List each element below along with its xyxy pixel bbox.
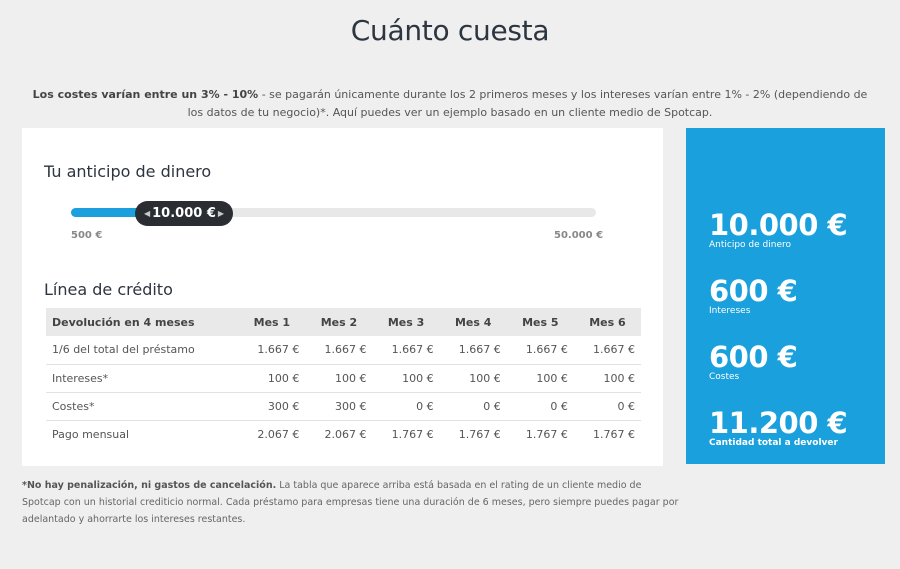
summary-interest: 600 € Intereses bbox=[709, 274, 798, 316]
table-cell: 1.667 € bbox=[439, 336, 507, 365]
table-cell: 1.667 € bbox=[238, 336, 306, 365]
summary-label: Cantidad total a devolver bbox=[709, 438, 838, 448]
credit-table: Devolución en 4 meses Mes 1 Mes 2 Mes 3 … bbox=[46, 308, 641, 448]
table-cell: 1.767 € bbox=[525, 427, 568, 441]
advance-heading: Tu anticipo de dinero bbox=[44, 162, 212, 181]
table-header-row: Devolución en 4 meses Mes 1 Mes 2 Mes 3 … bbox=[46, 308, 641, 336]
summary-total: 11.200 € Cantidad total a devolver bbox=[709, 406, 848, 448]
table-cell: 1.767 € bbox=[593, 427, 635, 441]
slider-max-label: 50.000 € bbox=[554, 230, 604, 241]
intro-text: Los costes varían entre un 3% - 10% - se… bbox=[30, 86, 870, 122]
table-cell: 1.767 € bbox=[458, 427, 501, 441]
footnote-bold: *No hay penalización, ni gastos de cance… bbox=[22, 480, 277, 491]
intro-bold: Los costes varían entre un 3% - 10% bbox=[32, 88, 259, 101]
table-cell: 300 € bbox=[238, 392, 306, 421]
table-cell: 1.667 € bbox=[573, 336, 641, 365]
summary-costs: 600 € Costes bbox=[709, 340, 798, 382]
intro-body: - se pagarán únicamente durante los 2 pr… bbox=[187, 88, 868, 119]
table-cell: 1.667 € bbox=[506, 336, 574, 365]
table-cell: Costes* bbox=[46, 392, 239, 421]
column-header: Mes 4 bbox=[439, 308, 507, 336]
table-cell: Intereses* bbox=[46, 364, 239, 393]
caret-left-icon: ◀ bbox=[144, 209, 151, 218]
table-cell: 100 € bbox=[372, 364, 440, 393]
summary-value: 600 € bbox=[709, 274, 798, 308]
table-cell: Pago mensual bbox=[52, 427, 130, 441]
summary-value: 10.000 € bbox=[709, 208, 848, 242]
summary-advance: 10.000 € Anticipo de dinero bbox=[709, 208, 848, 250]
amount-slider-handle[interactable]: ◀ 10.000 € ▶ bbox=[135, 201, 233, 226]
table-cell: 2.067 € bbox=[324, 427, 367, 441]
table-cell: 0 € bbox=[573, 392, 641, 421]
column-header: Mes 1 bbox=[238, 308, 306, 336]
calculator-card: Tu anticipo de dinero ◀ 10.000 € ▶ 500 €… bbox=[22, 128, 663, 466]
column-header: Devolución en 4 meses bbox=[46, 308, 239, 336]
table-cell: 0 € bbox=[506, 392, 574, 421]
table-cell: 1.667 € bbox=[372, 336, 440, 365]
table-cell: 0 € bbox=[439, 392, 507, 421]
table-row: Pago mensual 2.067 € 2.067 € 1.767 € 1.7… bbox=[46, 420, 641, 448]
table-cell: 100 € bbox=[506, 364, 574, 393]
column-header: Mes 6 bbox=[573, 308, 641, 336]
summary-value: 600 € bbox=[709, 340, 798, 374]
summary-panel: 10.000 € Anticipo de dinero 600 € Intere… bbox=[686, 128, 885, 464]
slider-value: 10.000 € bbox=[152, 206, 216, 221]
table-cell: 100 € bbox=[238, 364, 306, 393]
table-cell: 100 € bbox=[439, 364, 507, 393]
table-cell: 2.067 € bbox=[257, 427, 300, 441]
caret-right-icon: ▶ bbox=[217, 209, 224, 218]
slider-min-label: 500 € bbox=[71, 230, 103, 241]
column-header: Mes 2 bbox=[305, 308, 373, 336]
table-cell: 0 € bbox=[372, 392, 440, 421]
table-row: 1/6 del total del préstamo 1.667 € 1.667… bbox=[46, 336, 641, 365]
table-cell: 300 € bbox=[305, 392, 373, 421]
table-cell: 100 € bbox=[305, 364, 373, 393]
page-title: Cuánto cuesta bbox=[350, 14, 550, 47]
column-header: Mes 3 bbox=[372, 308, 440, 336]
table-cell: 1.667 € bbox=[305, 336, 373, 365]
table-row: Intereses* 100 € 100 € 100 € 100 € 100 €… bbox=[46, 364, 641, 393]
table-row: Costes* 300 € 300 € 0 € 0 € 0 € 0 € bbox=[46, 392, 641, 421]
column-header: Mes 5 bbox=[506, 308, 574, 336]
table-cell: 1.767 € bbox=[391, 427, 434, 441]
summary-value: 11.200 € bbox=[709, 406, 848, 440]
footnote: *No hay penalización, ni gastos de cance… bbox=[22, 477, 682, 528]
table-cell: 1/6 del total del préstamo bbox=[46, 336, 239, 365]
credit-heading: Línea de crédito bbox=[44, 280, 173, 299]
table-cell: 100 € bbox=[573, 364, 641, 393]
